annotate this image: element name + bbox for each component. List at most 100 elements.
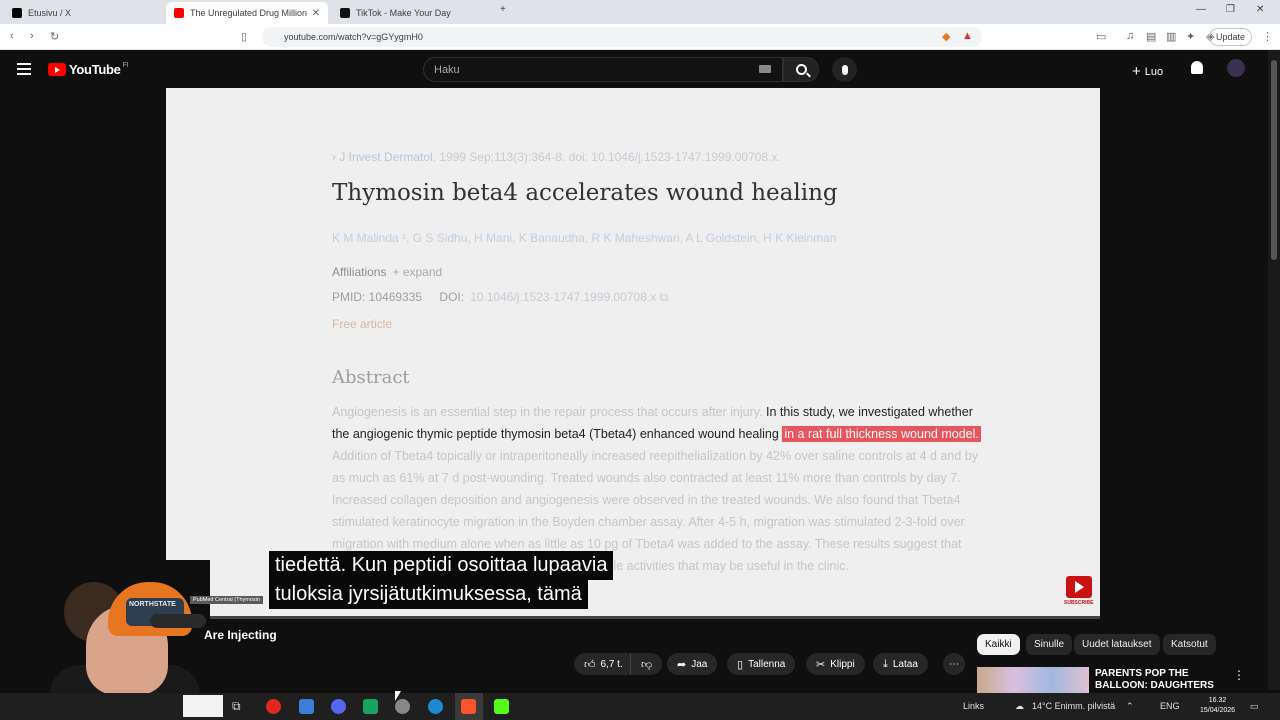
dislike-button[interactable]: 👎︎ xyxy=(630,653,663,675)
paper-title: Thymosin beta4 accelerates wound healing xyxy=(332,180,838,206)
recommendation-thumbnail[interactable] xyxy=(977,667,1089,695)
taskbar-search-box[interactable] xyxy=(183,695,223,717)
hamburger-menu-icon[interactable] xyxy=(17,63,31,75)
keyboard-icon[interactable] xyxy=(759,65,771,73)
sidebar-icon[interactable]: ▭ xyxy=(1096,30,1106,43)
brave-icon[interactable] xyxy=(461,699,476,714)
close-window-icon[interactable]: ✕ xyxy=(1256,4,1264,15)
minimize-icon[interactable]: — xyxy=(1196,4,1206,15)
cap-brim xyxy=(150,614,206,628)
forward-icon[interactable]: › xyxy=(30,30,34,42)
chip-all[interactable]: Kaikki xyxy=(977,634,1020,655)
reload-icon[interactable]: ↻ xyxy=(50,30,59,43)
media-icon[interactable]: ♫ xyxy=(1126,30,1134,42)
opera-icon[interactable] xyxy=(266,699,281,714)
tab-x[interactable]: Etusivu / X xyxy=(4,2,164,24)
citation-details: . 1999 Sep;113(3):364-8. doi: 10.1046/j.… xyxy=(432,150,781,164)
search-input[interactable]: Haku xyxy=(423,57,783,82)
chip-label: Uudet lataukset xyxy=(1082,639,1152,650)
youtube-logo[interactable]: YouTube FI xyxy=(48,62,128,77)
affiliations-label: Affiliations xyxy=(332,265,387,279)
video-progress-bar[interactable] xyxy=(166,616,1100,619)
scrollbar-thumb[interactable] xyxy=(1271,60,1277,260)
voice-search-button[interactable] xyxy=(832,57,857,82)
subscribe-watermark-icon[interactable]: SUBSCRIBE xyxy=(1064,576,1093,606)
video-source-tag: PubMed Central (Thymosin xyxy=(190,596,263,604)
chip-new-uploads[interactable]: Uudet lataukset xyxy=(1074,634,1160,655)
chevron-right-icon: › xyxy=(332,150,336,164)
maximize-icon[interactable]: ❐ xyxy=(1226,4,1235,15)
rewards-icon[interactable]: ▲ xyxy=(962,30,973,42)
clock-time: 16.32 xyxy=(1208,697,1227,704)
more-actions-button[interactable]: ⋯ xyxy=(943,653,965,675)
cap-text: NORTHSTATE xyxy=(129,601,176,608)
create-button[interactable]: + Luo xyxy=(1132,62,1164,80)
back-icon[interactable]: ‹ xyxy=(10,30,14,42)
tab-label: TikTok - Make Your Day xyxy=(356,8,451,18)
paper-authors: K M Malinda ¹, G S Sidhu, H Mani, K Bana… xyxy=(332,231,837,245)
search-icon xyxy=(795,64,807,75)
chip-label: Sinulle xyxy=(1034,639,1065,650)
app-icon-green[interactable] xyxy=(363,699,378,714)
external-link-icon: ⧉ xyxy=(659,290,669,304)
language-indicator[interactable]: ENG xyxy=(1160,701,1180,711)
tab-label: Etusivu / X xyxy=(28,8,72,18)
tray-overflow-icon[interactable]: ⌃ xyxy=(1126,701,1134,712)
search-button[interactable] xyxy=(783,57,819,82)
bookmark-icon[interactable]: ▯ xyxy=(241,30,247,43)
like-button[interactable]: 👍︎ 6,7 t. xyxy=(574,653,631,675)
chip-for-you[interactable]: Sinulle xyxy=(1026,634,1073,655)
edge-icon[interactable] xyxy=(428,699,443,714)
weather-text[interactable]: 14°C Enimm. pilvistä xyxy=(1032,701,1115,711)
tab-youtube[interactable]: The Unregulated Drug Million ✕ xyxy=(166,2,328,24)
more-icon: ⋯ xyxy=(949,658,959,670)
region-code: FI xyxy=(122,62,129,69)
tab-tiktok[interactable]: TikTok - Make Your Day xyxy=(332,2,492,24)
kick-icon[interactable] xyxy=(494,699,509,714)
share-button[interactable]: ➦ Jaa xyxy=(667,653,718,675)
app-icon-blue[interactable] xyxy=(299,699,314,714)
app-icon-gray[interactable] xyxy=(395,699,410,714)
chip-label: Kaikki xyxy=(985,639,1012,650)
abstract-faded-intro: Angiogenesis is an essential step in the… xyxy=(332,405,767,419)
pmid-label: PMID: 10469335 xyxy=(332,290,423,304)
split-icon[interactable]: ▥ xyxy=(1166,30,1176,43)
brave-shield-icon[interactable]: ◆ xyxy=(942,30,950,43)
save-button[interactable]: ▯ Tallenna xyxy=(727,653,796,675)
discord-icon[interactable] xyxy=(331,699,346,714)
save-icon: ▯ xyxy=(737,658,744,671)
plus-icon: + xyxy=(1132,63,1141,80)
account-avatar[interactable] xyxy=(1227,59,1245,77)
extensions-icon[interactable]: ✦ xyxy=(1186,30,1195,43)
clip-button[interactable]: ✂ Klippi xyxy=(806,653,865,675)
reader-icon[interactable]: ▤ xyxy=(1146,30,1156,43)
subscribe-watermark-label: SUBSCRIBE xyxy=(1064,600,1094,606)
new-tab-icon[interactable]: + xyxy=(500,4,506,15)
x-icon xyxy=(12,8,22,18)
browser-tab-bar: Etusivu / X The Unregulated Drug Million… xyxy=(0,0,1280,24)
create-label: Luo xyxy=(1144,66,1164,78)
download-button[interactable]: ⤓ Lataa xyxy=(873,653,928,675)
clip-label: Klippi xyxy=(830,658,855,670)
chip-watched[interactable]: Katsotut xyxy=(1163,634,1216,655)
notifications-icon[interactable]: ▭ xyxy=(1250,701,1259,712)
address-bar[interactable]: youtube.com/watch?v=gGYygmH0 xyxy=(262,27,982,47)
mouse-cursor-icon xyxy=(395,691,401,701)
thumbs-up-icon: 👍︎ xyxy=(584,658,596,671)
clock-date: 15/04/2026 xyxy=(1200,707,1236,714)
notifications-bell-icon[interactable] xyxy=(1191,61,1203,74)
task-view-icon[interactable]: ⧉ xyxy=(232,699,247,714)
page-scrollbar[interactable] xyxy=(1268,50,1280,690)
abstract-heading: Abstract xyxy=(332,367,410,388)
menu-icon[interactable]: ⋮ xyxy=(1262,30,1273,43)
subtitle-line: tuloksia jyrsijätutkimuksessa, tämä xyxy=(269,580,588,609)
links-toolbar[interactable]: Links xyxy=(963,701,984,711)
youtube-icon xyxy=(174,8,184,18)
close-tab-icon[interactable]: ✕ xyxy=(312,8,320,19)
video-player[interactable]: › J Invest Dermatol. 1999 Sep;113(3):364… xyxy=(166,88,1100,618)
weather-icon: ☁ xyxy=(1015,701,1024,711)
update-button[interactable]: Update xyxy=(1208,28,1252,46)
recommendation-more-icon[interactable]: ⋮ xyxy=(1233,668,1245,682)
share-label: Jaa xyxy=(691,658,708,670)
taskbar-clock[interactable]: 16.32 15/04/2026 xyxy=(1200,696,1235,716)
